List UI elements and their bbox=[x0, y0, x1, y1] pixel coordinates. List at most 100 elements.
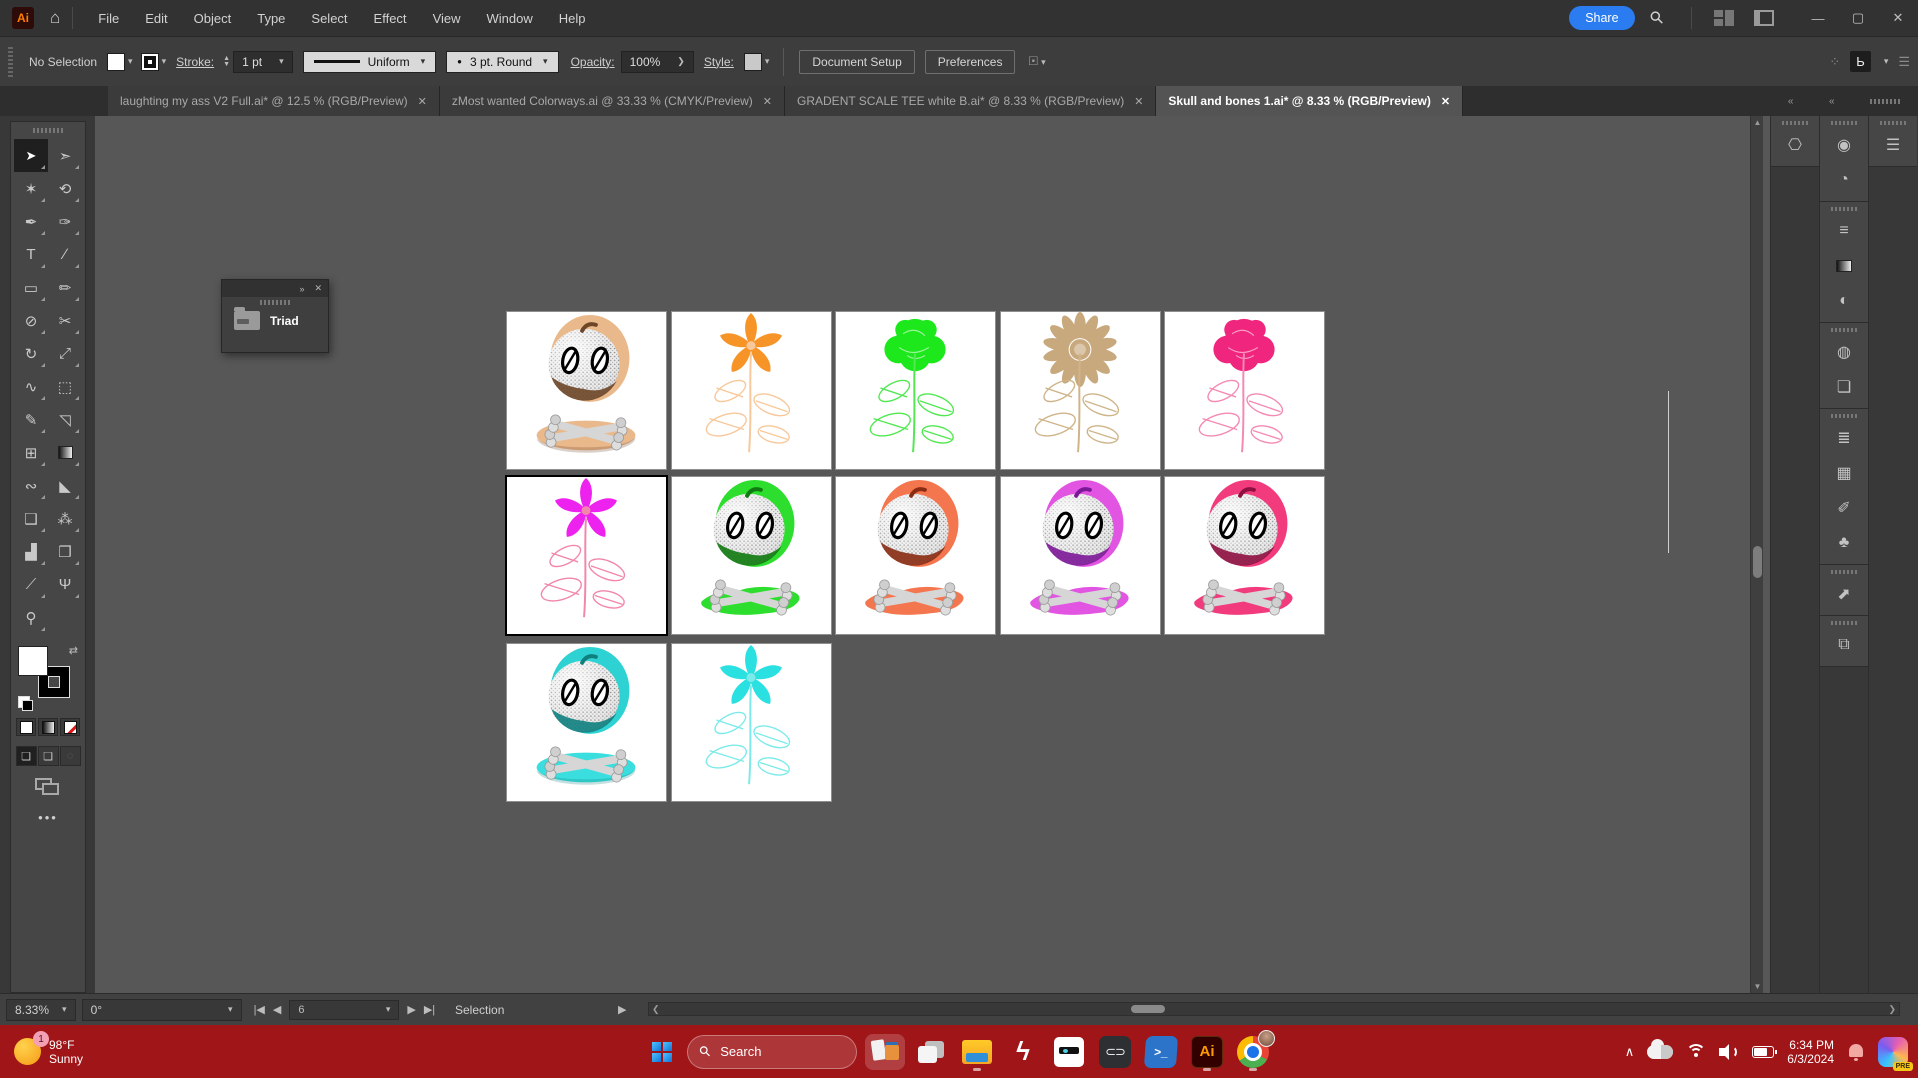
graphic-styles-panel-icon[interactable]: ❏ bbox=[1820, 369, 1868, 404]
dock-grip[interactable] bbox=[1831, 621, 1857, 625]
powershell-icon[interactable]: >_ bbox=[1141, 1032, 1181, 1072]
rectangle-tool[interactable]: ▭ bbox=[14, 271, 48, 304]
fill-swatch[interactable]: ▾ bbox=[107, 53, 133, 71]
gradient-panel-icon[interactable] bbox=[1820, 248, 1868, 283]
stroke-panel-icon[interactable]: ≡ bbox=[1820, 213, 1868, 248]
lasso-tool[interactable]: ⟲ bbox=[48, 172, 82, 205]
artboard-8[interactable] bbox=[835, 476, 996, 635]
3d-materials-icon[interactable]: ⎔ bbox=[1771, 127, 1819, 162]
artboard-7[interactable] bbox=[671, 476, 832, 635]
screen-mode-button[interactable] bbox=[35, 778, 61, 796]
artboard-9[interactable] bbox=[1000, 476, 1161, 635]
artboard-1[interactable] bbox=[506, 311, 667, 470]
mesh-tool[interactable]: ⊞ bbox=[14, 436, 48, 469]
shape-tools[interactable]: ❑ bbox=[14, 502, 48, 535]
sharex-icon[interactable]: ϟ bbox=[1003, 1032, 1043, 1072]
width-tool[interactable]: ∿ bbox=[14, 370, 48, 403]
menu-file[interactable]: File bbox=[85, 11, 132, 26]
dock-grip[interactable] bbox=[1831, 570, 1857, 574]
dock-grip[interactable] bbox=[1831, 328, 1857, 332]
style-label[interactable]: Style: bbox=[704, 55, 734, 69]
color-guide-icon[interactable]: ◔ bbox=[1820, 162, 1868, 197]
swap-fill-stroke-icon[interactable]: ⇄ bbox=[69, 644, 78, 657]
panel-folder-label[interactable]: Triad bbox=[270, 314, 299, 328]
artboards-panel-icon[interactable]: ⧉ bbox=[1820, 627, 1868, 662]
chrome-icon[interactable] bbox=[1233, 1032, 1273, 1072]
dock-grip[interactable] bbox=[1831, 414, 1857, 418]
start-button[interactable] bbox=[645, 1035, 679, 1069]
menu-view[interactable]: View bbox=[420, 11, 474, 26]
first-artboard-icon[interactable]: |◀ bbox=[254, 1003, 265, 1016]
vertical-scroll-thumb[interactable] bbox=[1753, 546, 1762, 578]
paintbrush-tool[interactable]: ✏ bbox=[48, 271, 82, 304]
maximize-button[interactable]: ▢ bbox=[1838, 0, 1878, 36]
artboard-6[interactable] bbox=[506, 476, 667, 635]
horizontal-scroll-thumb[interactable] bbox=[1131, 1005, 1165, 1013]
type-tool[interactable]: T bbox=[14, 238, 48, 271]
document-tab-3[interactable]: GRADENT SCALE TEE white B.ai* @ 8.33 % (… bbox=[785, 86, 1156, 116]
collapse-dock-icon[interactable]: « bbox=[1788, 96, 1794, 107]
default-fill-stroke-icon[interactable] bbox=[18, 696, 30, 708]
swatches-panel-icon[interactable]: ▦ bbox=[1820, 455, 1868, 490]
rotation-field[interactable]: 0°▾ bbox=[82, 999, 242, 1021]
next-artboard-icon[interactable]: ▶ bbox=[407, 1003, 415, 1016]
canvas[interactable]: ▲ ▼ » ✕ Triad bbox=[95, 116, 1770, 993]
edit-toolbar-icon[interactable]: ••• bbox=[11, 810, 85, 825]
close-tab-icon[interactable]: ✕ bbox=[1441, 95, 1450, 108]
color-panel-icon[interactable]: ◉ bbox=[1820, 127, 1868, 162]
gradient-button[interactable] bbox=[38, 718, 58, 736]
artboard-12[interactable] bbox=[671, 643, 832, 802]
wifi-icon[interactable] bbox=[1686, 1044, 1706, 1059]
panel-menu-icon[interactable]: ☰ bbox=[1898, 54, 1910, 70]
color-button[interactable] bbox=[16, 718, 36, 736]
export-panel-icon[interactable]: ⬈ bbox=[1820, 576, 1868, 611]
illustrator-icon[interactable]: Ai bbox=[1187, 1032, 1227, 1072]
horizontal-scrollbar[interactable]: ❮ ❯ bbox=[648, 1002, 1900, 1016]
graph-tool[interactable]: ▟ bbox=[14, 535, 48, 568]
shaper-tool[interactable]: ✎ bbox=[14, 403, 48, 436]
file-explorer-icon[interactable] bbox=[957, 1032, 997, 1072]
previous-artboard-icon[interactable]: ◀ bbox=[273, 1003, 281, 1016]
fill-color-box[interactable] bbox=[18, 646, 48, 676]
touch-workspace-icon[interactable]: ⁘ bbox=[1829, 54, 1840, 70]
shape-builder-tool[interactable]: ⊘ bbox=[14, 304, 48, 337]
document-tab-2[interactable]: zMost wanted Colorways.ai @ 33.33 % (CMY… bbox=[440, 86, 785, 116]
scroll-right-icon[interactable]: ❯ bbox=[1888, 1004, 1896, 1015]
menu-type[interactable]: Type bbox=[244, 11, 298, 26]
zoom-level-field[interactable]: 8.33%▾ bbox=[6, 999, 76, 1021]
document-tab-4[interactable]: Skull and bones 1.ai* @ 8.33 % (RGB/Prev… bbox=[1156, 86, 1463, 116]
draw-behind-button[interactable]: ❏ bbox=[38, 746, 59, 766]
slice-tool[interactable]: ⟋ bbox=[14, 568, 48, 601]
menu-window[interactable]: Window bbox=[474, 11, 546, 26]
perspective-grid-tool[interactable]: ◹ bbox=[48, 403, 82, 436]
stroke-width-stepper[interactable]: ▲▼ bbox=[223, 56, 230, 68]
dock-grip[interactable] bbox=[1870, 99, 1900, 104]
blend-tool[interactable]: ∾ bbox=[14, 469, 48, 502]
status-menu-icon[interactable]: ▶ bbox=[618, 1003, 626, 1016]
dock-grip[interactable] bbox=[1880, 121, 1906, 125]
chevron-down-icon[interactable]: ▾ bbox=[1884, 56, 1889, 67]
properties-panel-icon[interactable]: ☰ bbox=[1869, 127, 1917, 162]
stroke-swatch[interactable]: ▾ bbox=[141, 53, 167, 71]
last-artboard-icon[interactable]: ▶| bbox=[424, 1003, 435, 1016]
zoom-tool[interactable]: ⚲ bbox=[14, 601, 48, 634]
direct-selection-tool[interactable]: ➣ bbox=[48, 139, 82, 172]
eyedropper-tool[interactable]: ◣ bbox=[48, 469, 82, 502]
capture-app-icon[interactable]: ⊂⊃ bbox=[1095, 1032, 1135, 1072]
task-view-icon[interactable] bbox=[911, 1032, 951, 1072]
onedrive-icon[interactable] bbox=[1647, 1045, 1673, 1059]
scale-tool[interactable]: ⤢ bbox=[48, 337, 82, 370]
dock-grip[interactable] bbox=[1831, 207, 1857, 211]
symbols-panel-icon[interactable]: ♣ bbox=[1820, 525, 1868, 560]
toolbar-grip[interactable] bbox=[33, 128, 63, 133]
triad-floating-panel[interactable]: » ✕ Triad bbox=[221, 279, 329, 353]
stroke-label[interactable]: Stroke: bbox=[176, 55, 214, 69]
line-segment-tool[interactable]: ∕ bbox=[48, 238, 82, 271]
home-icon[interactable]: ⌂ bbox=[50, 8, 60, 28]
scroll-left-icon[interactable]: ❮ bbox=[652, 1004, 660, 1015]
scroll-down-icon[interactable]: ▼ bbox=[1751, 982, 1764, 991]
collapse-dock-icon[interactable]: « bbox=[1829, 96, 1835, 107]
status-indicator[interactable]: Selection bbox=[455, 1003, 504, 1017]
panel-grip[interactable] bbox=[260, 300, 290, 305]
document-tab-1[interactable]: laughting my ass V2 Full.ai* @ 12.5 % (R… bbox=[108, 86, 440, 116]
